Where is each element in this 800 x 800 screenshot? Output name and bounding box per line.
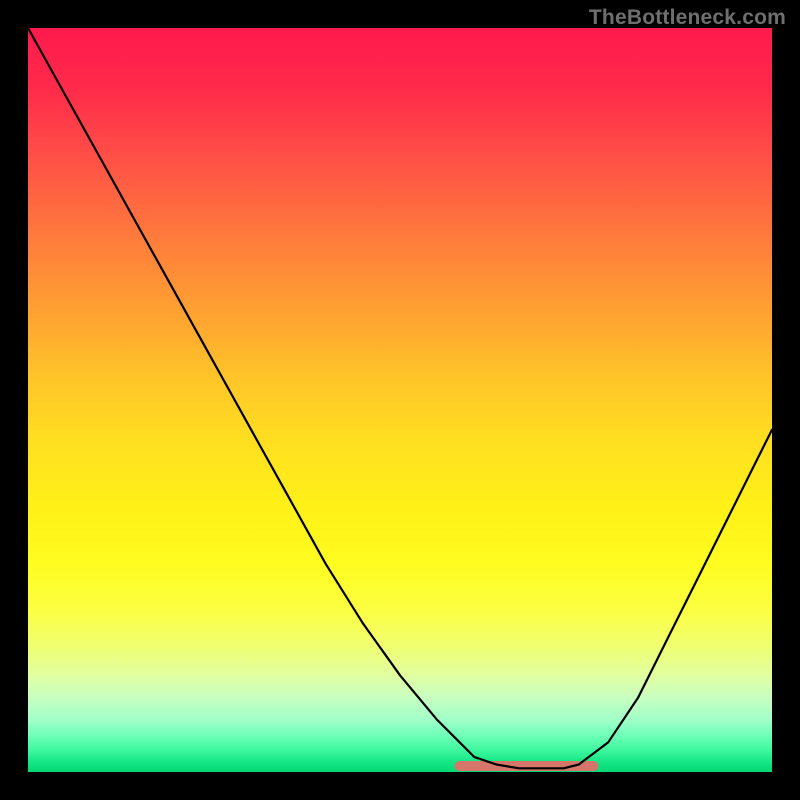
plot-area <box>28 28 772 772</box>
chart-container: TheBottleneck.com <box>0 0 800 800</box>
curve-svg <box>28 28 772 772</box>
watermark-text: TheBottleneck.com <box>589 6 786 30</box>
bottleneck-curve <box>28 28 772 768</box>
